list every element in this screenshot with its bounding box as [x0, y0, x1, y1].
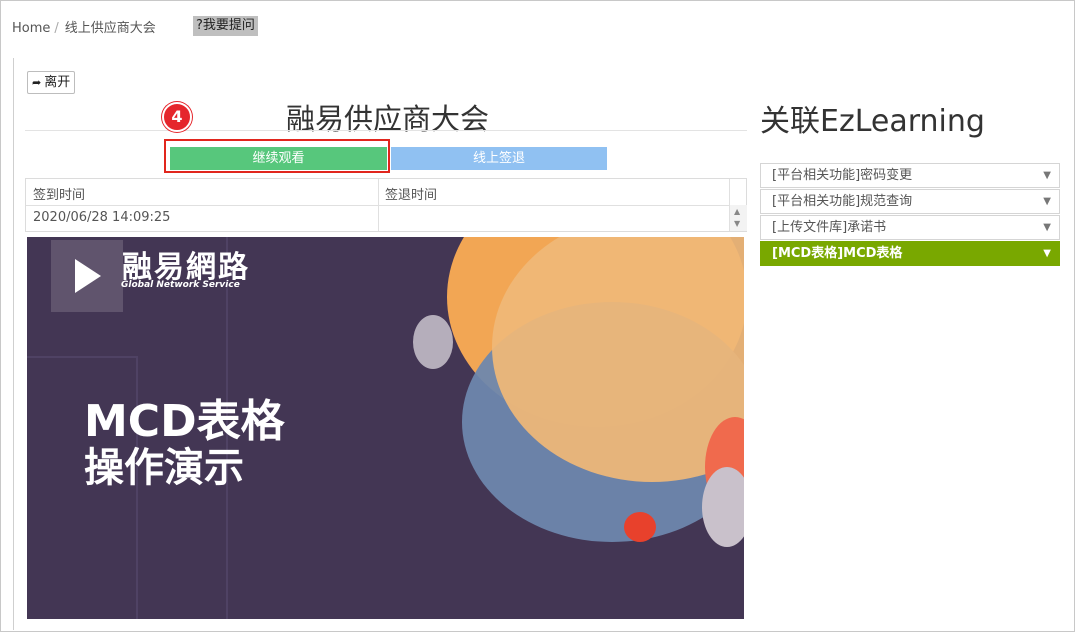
continue-watching-button[interactable]: 继续观看 — [170, 147, 387, 170]
title-divider — [25, 130, 747, 131]
breadcrumb-home[interactable]: Home — [12, 21, 50, 36]
breadcrumb-separator: / — [54, 21, 59, 36]
attendance-table: 签到时间 签退时间 2020/06/28 14:09:25 ▲ ▼ — [25, 178, 747, 232]
accordion-label: [平台相关功能]规范查询 — [772, 194, 913, 209]
column-divider — [729, 179, 730, 205]
accordion-item[interactable]: [平台相关功能]规范查询 ▼ — [760, 189, 1060, 214]
brand-subtitle: Global Network Service — [121, 280, 240, 290]
accordion-item-active[interactable]: [MCD表格]MCD表格 ▼ — [760, 241, 1060, 266]
breadcrumb: Home / 线上供应商大会 — [12, 17, 156, 36]
slide-title-line2: 操作演示 — [84, 445, 244, 491]
caret-down-icon: ▼ — [1043, 196, 1051, 207]
accordion-item[interactable]: [上传文件库]承诺书 ▼ — [760, 215, 1060, 240]
leave-label: 离开 — [44, 75, 71, 90]
sidebar-title: 关联EzLearning — [760, 104, 985, 139]
leave-button[interactable]: ➦ 离开 — [27, 71, 76, 94]
caret-down-icon: ▼ — [1043, 170, 1051, 181]
signin-time-cell: 2020/06/28 14:09:25 — [33, 210, 171, 225]
exit-icon: ➦ — [32, 76, 42, 89]
table-scrollbar[interactable]: ▲ ▼ — [729, 205, 747, 231]
accordion-item[interactable]: [平台相关功能]密码变更 ▼ — [760, 163, 1060, 188]
play-icon[interactable] — [75, 259, 101, 293]
row-divider — [26, 205, 746, 206]
scroll-up-icon[interactable]: ▲ — [734, 207, 740, 216]
caret-down-icon: ▼ — [1043, 222, 1051, 233]
scroll-down-icon[interactable]: ▼ — [734, 219, 740, 228]
ask-question-button[interactable]: ?我要提问 — [193, 16, 258, 36]
breadcrumb-current[interactable]: 线上供应商大会 — [65, 21, 156, 36]
online-signout-button[interactable]: 线上签退 — [391, 147, 607, 170]
video-player[interactable]: 融易網路 Global Network Service MCD表格 操作演示 — [27, 237, 744, 619]
step-badge: 4 — [162, 102, 192, 132]
panel-border — [13, 58, 14, 630]
page-title: 融易供应商大会 — [285, 102, 489, 136]
column-header-signin: 签到时间 — [33, 188, 86, 203]
column-header-signout: 签退时间 — [385, 188, 438, 203]
accordion-label: [平台相关功能]密码变更 — [772, 168, 913, 183]
accordion-label: [上传文件库]承诺书 — [772, 220, 887, 235]
accordion-label: [MCD表格]MCD表格 — [772, 246, 903, 261]
caret-down-icon: ▼ — [1043, 248, 1051, 259]
